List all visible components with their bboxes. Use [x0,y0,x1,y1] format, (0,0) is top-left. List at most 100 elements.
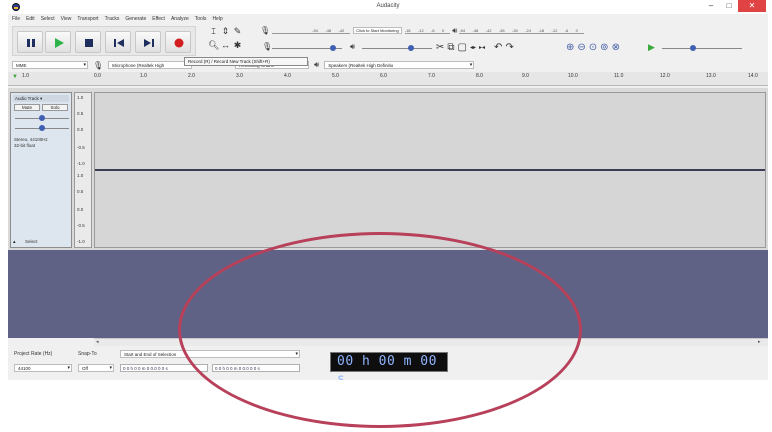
horizontal-scrollbar[interactable]: ◂ ▸ [94,338,768,346]
track-panel: Audio Track ▾ Mute Solo Stereo, 44100Hz … [8,88,768,250]
snap-to-label: Snap-To [78,351,97,357]
ruler-tick: 6.0 [380,73,387,79]
snap-to-select[interactable]: Off [78,364,114,372]
slider-knob[interactable] [39,125,45,131]
meter-tick: -42 [485,27,492,33]
menu-tools[interactable]: Tools [195,16,207,22]
track-pan-slider[interactable] [15,125,69,131]
recording-device-select[interactable]: Microphone (Realtek High [108,61,193,69]
mixer-microphone-icon: 🎙︎ [262,42,273,51]
redo-icon[interactable]: ↷ [505,42,513,53]
recording-device-icon: 🎙︎ [93,60,104,70]
track-gain-slider[interactable] [15,115,69,121]
playback-speed-slider[interactable] [662,45,742,51]
menu-select[interactable]: Select [41,16,55,22]
time-shift-tool-icon[interactable]: ↔ [220,40,231,51]
solo-button[interactable]: Solo [42,104,68,111]
undo-icon[interactable]: ↶ [494,42,502,53]
skip-to-start-button[interactable] [105,31,131,53]
zoom-out-icon[interactable]: ⊖ [577,42,585,53]
record-meter[interactable]: 🎙︎ -54 -48 -42 Click to Start Monitoring… [258,26,584,35]
ruler-tick: 8.0 [476,73,483,79]
cut-icon[interactable]: ✂ [436,42,444,53]
menu-transport[interactable]: Transport [77,16,98,22]
timeline-filter-icon[interactable]: ▼ [12,74,18,80]
slider-knob[interactable] [408,45,414,51]
pause-button[interactable] [17,31,43,53]
selection-start-time[interactable]: 0 0 h 0 0 m 0 0.0 0 0 s [120,364,208,372]
playback-volume-slider[interactable] [362,45,432,51]
collapse-track-icon[interactable]: ▴ [13,239,16,245]
close-button[interactable]: ✕ [738,0,766,12]
menu-help[interactable]: Help [212,16,222,22]
skip-start-icon [114,39,124,47]
play-at-speed-icon[interactable]: ▶ [648,42,655,53]
record-tooltip: Record (R) / Record New Track (Shift+R) [184,57,308,66]
envelope-tool-icon[interactable]: ⇕ [220,26,231,37]
mute-button[interactable]: Mute [14,104,40,111]
fit-selection-icon[interactable]: ⊙ [589,42,597,53]
maximize-button[interactable]: □ [720,0,738,12]
slider-track [662,48,742,49]
vruler-label: -0.5 [77,223,85,228]
zoom-toggle-icon[interactable]: ⊗ [612,42,620,53]
selection-mode-select[interactable]: Start and End of Selection [120,350,300,358]
audio-host-select[interactable]: MME [12,61,88,69]
meter-tick: -24 [525,27,531,33]
copy-icon[interactable]: ⧉ [447,42,454,53]
menu-edit[interactable]: Edit [26,16,35,22]
slider-knob[interactable] [690,45,696,51]
scroll-right-icon[interactable]: ▸ [758,339,761,345]
waveform-area[interactable] [94,92,766,248]
track-control-panel: Audio Track ▾ Mute Solo Stereo, 44100Hz … [10,92,72,248]
menu-file[interactable]: File [12,16,20,22]
track-vertical-ruler[interactable]: 1.0 0.5 0.0 -0.5 -1.0 1.0 0.5 0.0 -0.5 -… [74,92,92,248]
play-button[interactable] [45,31,71,53]
ruler-tick: 0.0 [94,73,101,79]
audio-position-display[interactable]: 00 h 00 m 00 s [330,352,448,380]
zoom-tool-icon[interactable]: 🔍︎ [208,40,219,51]
selection-tool-icon[interactable]: 𝙸 [208,26,219,37]
microphone-icon: 🎙︎ [260,26,271,35]
track-name-menu[interactable]: Audio Track ▾ [13,95,69,102]
minimize-button[interactable]: – [702,0,720,12]
meter-tick: -6 [431,27,435,33]
project-rate-select[interactable]: 44100 [14,364,72,372]
menu-view[interactable]: View [61,16,72,22]
slider-knob[interactable] [330,45,336,51]
fit-project-icon[interactable]: ⊚ [600,42,608,53]
meter-tick: -42 [338,27,345,33]
trim-icon[interactable]: ◂▸ [470,44,476,51]
menu-analyze[interactable]: Analyze [171,16,189,22]
empty-track-area[interactable] [8,250,768,338]
ruler-tick: 2.0 [188,73,195,79]
silence-icon[interactable]: ▸◂ [479,44,485,51]
menu-effect[interactable]: Effect [152,16,165,22]
multi-tool-icon[interactable]: ✱ [232,40,243,51]
menu-generate[interactable]: Generate [125,16,146,22]
edit-toolbar: ✂ ⧉ ▢ ◂▸ ▸◂ ↶ ↷ [436,42,514,53]
track-bit-depth: 32-bit float [14,143,36,148]
meter-tick: 0 [575,27,578,33]
recording-volume-slider[interactable] [272,45,342,51]
timeline-ruler[interactable]: ▼ 1.0 0.0 1.0 2.0 3.0 4.0 5.0 6.0 7.0 8.… [8,72,768,86]
menu-tracks[interactable]: Tracks [105,16,120,22]
selection-end-time[interactable]: 0 0 h 0 0 m 0 0.0 0 0 s [212,364,300,372]
zoom-toolbar: ⊕ ⊖ ⊙ ⊚ ⊗ [566,42,620,53]
ruler-tick: 14.0 [748,73,758,79]
record-button[interactable] [165,31,191,53]
stop-button[interactable] [75,31,101,53]
project-rate-label: Project Rate (Hz) [14,351,53,357]
draw-tool-icon[interactable]: ✎ [232,26,243,37]
start-monitoring-button[interactable]: Click to Start Monitoring [353,27,402,34]
track-select-button[interactable]: Select [25,239,38,244]
zoom-in-icon[interactable]: ⊕ [566,42,574,53]
device-toolbar: MME 🎙︎ Microphone (Realtek High Recordin… [8,60,768,70]
playback-device-select[interactable]: Speakers (Realtek High Definitio [324,61,475,69]
slider-knob[interactable] [39,115,45,121]
audacity-window: Audacity – □ ✕ File Edit Select View Tra… [8,0,768,380]
scroll-left-icon[interactable]: ◂ [96,339,99,345]
paste-icon[interactable]: ▢ [458,42,467,53]
ruler-tick: 3.0 [236,73,243,79]
skip-to-end-button[interactable] [135,31,161,53]
